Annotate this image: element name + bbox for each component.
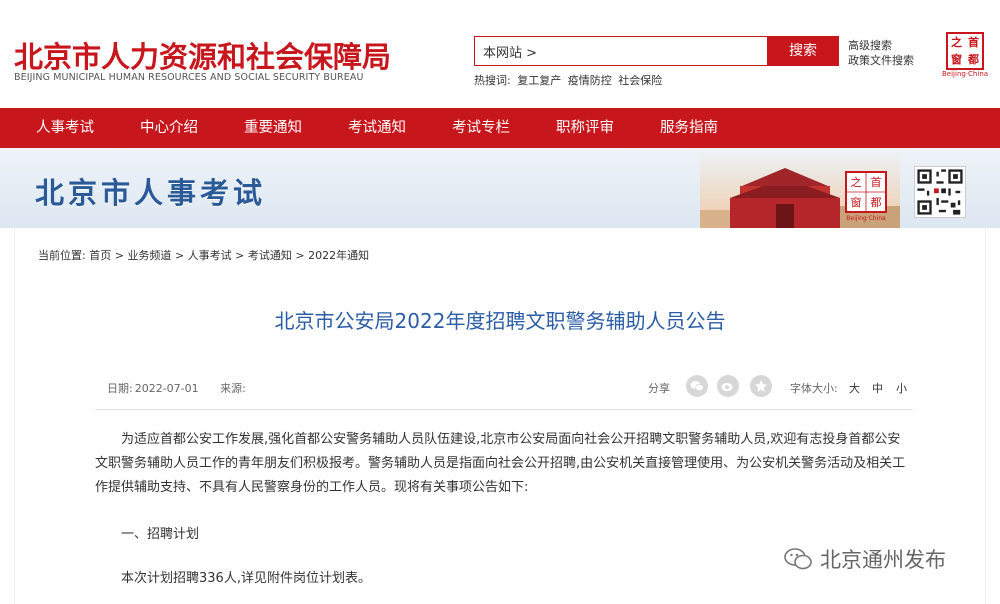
- hot-search-terms: 热搜词: 复工复产 疫情防控 社会保险: [474, 72, 665, 88]
- breadcrumb-exam-notices[interactable]: 考试通知: [248, 249, 292, 262]
- capital-seal-logo: 之 首 窗 都: [946, 32, 984, 70]
- breadcrumb-business[interactable]: 业务频道: [127, 249, 171, 262]
- nav-item-exam-notices[interactable]: 考试通知: [348, 108, 406, 148]
- nav-item-service-guide[interactable]: 服务指南: [660, 108, 718, 148]
- seal-char: 首: [968, 36, 979, 49]
- wechat-share-icon[interactable]: [686, 375, 708, 397]
- banner-seal-char: 窗: [851, 195, 862, 209]
- advanced-search-link[interactable]: 高级搜索: [848, 38, 914, 53]
- search-box: [474, 36, 768, 66]
- hot-term[interactable]: 社会保险: [618, 74, 662, 87]
- font-size-large-button[interactable]: 大: [849, 380, 860, 396]
- font-size-label: 字体大小:: [790, 382, 838, 395]
- banner-seal-char: 都: [871, 196, 882, 209]
- breadcrumb-home[interactable]: 首页: [89, 249, 111, 262]
- banner-seal-char: 首: [871, 175, 882, 189]
- page: 北京市人力资源和社会保障局 BEIJING MUNICIPAL HUMAN RE…: [0, 0, 1000, 604]
- share-label: 分享: [648, 382, 670, 395]
- section-banner: 北京市人事考试 之 首 窗 都 Beijing·China: [0, 148, 1000, 228]
- font-size-medium-button[interactable]: 中: [872, 380, 883, 396]
- hot-term[interactable]: 复工复产: [517, 74, 561, 87]
- breadcrumb-2022[interactable]: 2022年通知: [308, 249, 369, 262]
- nav-item-title-review[interactable]: 职称评审: [556, 108, 614, 148]
- nav-item-exam[interactable]: 人事考试: [36, 108, 94, 148]
- date-label: 日期:: [107, 382, 133, 395]
- seal-caption: Beijing·China: [942, 70, 989, 78]
- seal-char: 窗: [951, 53, 962, 66]
- hot-term[interactable]: 疫情防控: [568, 74, 612, 87]
- qzone-share-icon[interactable]: [750, 375, 772, 397]
- breadcrumb-separator: >: [114, 249, 124, 262]
- nav-item-about[interactable]: 中心介绍: [140, 108, 198, 148]
- hot-search-label: 热搜词:: [474, 74, 511, 87]
- tiananmen-illustration: 之 首 窗 都 Beijing·China: [700, 148, 900, 228]
- search-button[interactable]: 搜索: [767, 36, 839, 66]
- seal-char: 之: [951, 36, 962, 49]
- site-logo-title[interactable]: 北京市人力资源和社会保障局: [14, 34, 391, 76]
- breadcrumb-separator: >: [295, 249, 305, 262]
- breadcrumb-label: 当前位置:: [38, 249, 86, 262]
- article-title: 北京市公安局2022年度招聘文职警务辅助人员公告: [274, 309, 726, 333]
- banner-seal-char: 之: [851, 175, 862, 189]
- breadcrumb-separator: >: [235, 249, 245, 262]
- wechat-watermark-icon: [784, 548, 812, 570]
- breadcrumb-exam[interactable]: 人事考试: [188, 249, 232, 262]
- breadcrumb: 当前位置: 首页 > 业务频道 > 人事考试 > 考试通知 > 2022年通知: [38, 247, 369, 263]
- source-label: 来源:: [220, 382, 246, 395]
- qr-code[interactable]: [914, 166, 966, 218]
- site-logo-subtitle: BEIJING MUNICIPAL HUMAN RESOURCES AND SO…: [14, 72, 364, 83]
- meta-divider: [95, 409, 913, 410]
- banner-title: 北京市人事考试: [35, 176, 267, 210]
- article-paragraph: 为适应首都公安工作发展,强化首都公安警务辅助人员队伍建设,北京市公安局面向社会公…: [95, 432, 906, 495]
- main-nav: 人事考试 中心介绍 重要通知 考试通知 考试专栏 职称评审 服务指南: [0, 108, 1000, 148]
- watermark-text: 北京通州发布: [820, 548, 946, 572]
- weibo-share-icon[interactable]: [717, 375, 739, 397]
- seal-char: 都: [968, 53, 979, 66]
- watermark: 北京通州发布: [784, 544, 946, 574]
- breadcrumb-separator: >: [174, 249, 185, 262]
- font-size-small-button[interactable]: 小: [896, 380, 907, 396]
- search-input[interactable]: [475, 37, 765, 65]
- policy-search-link[interactable]: 政策文件搜索: [848, 53, 914, 68]
- article-meta: 日期: 2022-07-01 来源:: [107, 380, 256, 396]
- site-header: 北京市人力资源和社会保障局 BEIJING MUNICIPAL HUMAN RE…: [0, 0, 1000, 108]
- banner-seal-caption: Beijing·China: [846, 215, 886, 222]
- nav-item-exam-column[interactable]: 考试专栏: [452, 108, 510, 148]
- article-date: 2022-07-01: [134, 382, 199, 395]
- search-links: 高级搜索 政策文件搜索: [848, 38, 914, 68]
- nav-item-notices[interactable]: 重要通知: [244, 108, 302, 148]
